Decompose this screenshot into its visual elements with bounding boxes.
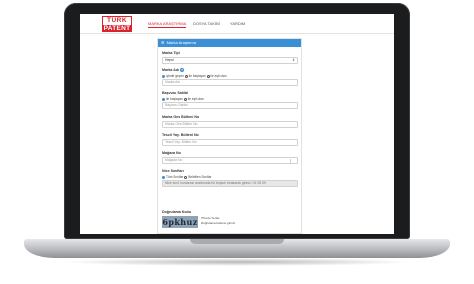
applicant-label: Başvuru Sahibi (162, 91, 189, 95)
nice-classes-options: Tüm Sınıflar Belirtilen Sınıflar (162, 175, 211, 179)
form-title: Marka Araştırma (166, 40, 196, 45)
trademark-search-form: ⚙ Marka Araştırma Marka Tipi Hepsi ⇕ Mark… (157, 38, 302, 234)
logo-top-text: TÜRK (106, 17, 128, 24)
trademark-name-match-options: içinde geçen ile başlayan ile eşit olan (162, 74, 226, 78)
captcha-image: 6pkhuz (162, 216, 198, 228)
mark-bulletin-input[interactable]: Marka Ges Bülten No (162, 121, 298, 128)
captcha-refresh-label: Kodu Yenile (203, 216, 220, 220)
niche-lookup-button[interactable] (290, 158, 295, 164)
niche-label: Mağaza No (162, 151, 181, 155)
radio-starts-with[interactable]: ile başlayan (162, 97, 183, 101)
radio-contains[interactable]: içinde geçen (162, 74, 184, 78)
niche-placeholder: Mağaza No (165, 158, 183, 162)
nice-classes-label: Nice Sınıfları (162, 169, 184, 173)
radio-all-classes[interactable]: Tüm Sınıflar (162, 175, 183, 179)
search-icon: ⚙ (161, 40, 165, 45)
logo-bottom-text: PATENT (103, 25, 131, 32)
registry-bulletin-label: Tescil Yay. Bülteni No (162, 133, 199, 137)
search-type-label: Marka Tipi (162, 51, 180, 55)
laptop-hinge-notch (190, 239, 284, 244)
site-header: TÜRK PATENT MARKA ARAŞTIRMA DOSYA TAKİBİ… (80, 14, 394, 34)
radio-equals[interactable]: ile eşit olan (183, 97, 204, 101)
radio-starts-with[interactable]: ile başlayan (184, 74, 206, 78)
help-icon[interactable]: ? (180, 68, 185, 73)
radio-equals[interactable]: ile eşit olan (206, 74, 227, 78)
registry-bulletin-input[interactable]: Tescil Yay. Bülten No (162, 139, 298, 146)
laptop-screen: TÜRK PATENT MARKA ARAŞTIRMA DOSYA TAKİBİ… (80, 14, 394, 234)
captcha-label: Doğrulama Kodu (162, 210, 191, 214)
laptop-shadow (60, 258, 414, 266)
captcha-controls: ⟳Kodu Yenile Doğrulama kodunu giriniz (201, 216, 235, 225)
radio-specific-classes[interactable]: Belirtilen Sınıflar (184, 175, 211, 179)
applicant-input[interactable]: Başvuru Sahibi (162, 102, 298, 109)
trademark-name-input[interactable]: Marka Adı (162, 79, 298, 86)
nav-file-tracking[interactable]: DOSYA TAKİBİ (193, 21, 220, 26)
radio-dot (184, 175, 188, 179)
radio-label: ile eşit olan (210, 74, 227, 78)
search-type-select[interactable]: Hepsi ⇕ (162, 57, 298, 64)
applicant-match-options: ile başlayan ile eşit olan (162, 97, 204, 101)
nav-trademark-search[interactable]: MARKA ARAŞTIRMA (148, 21, 187, 28)
radio-label: ile eşit olan (187, 97, 204, 101)
radio-dot (206, 74, 210, 78)
radio-label: ile başlayan (188, 74, 206, 78)
radio-label: Tüm Sınıflar (166, 175, 184, 179)
laptop-scene: TÜRK PATENT MARKA ARAŞTIRMA DOSYA TAKİBİ… (0, 0, 474, 284)
radio-dot (184, 74, 188, 78)
mark-bulletin-label: Marka Ges Bülteni No (162, 115, 200, 119)
turkpatent-logo[interactable]: TÜRK PATENT (102, 16, 132, 32)
radio-dot (183, 97, 187, 101)
captcha-input[interactable]: Doğrulama kodunu giriniz (201, 221, 235, 226)
trademark-name-label-text: Marka Adı (162, 68, 180, 72)
radio-dot (162, 97, 165, 101)
radio-label: içinde geçen (166, 74, 184, 78)
niche-input[interactable]: Mağaza No (162, 157, 298, 164)
nav-help[interactable]: YARDIM (230, 21, 245, 26)
radio-dot (162, 74, 165, 78)
search-type-value: Hepsi (165, 58, 174, 62)
nice-classes-input[interactable]: Nice sınıf numarası aralarında bir boşlu… (162, 180, 298, 187)
radio-dot (162, 175, 165, 179)
radio-label: ile başlayan (166, 97, 183, 101)
trademark-name-label: Marka Adı ? (162, 68, 185, 73)
radio-label: Belirtilen Sınıflar (188, 175, 212, 179)
chevron-down-icon: ⇕ (292, 58, 295, 62)
form-header: ⚙ Marka Araştırma (158, 39, 301, 47)
